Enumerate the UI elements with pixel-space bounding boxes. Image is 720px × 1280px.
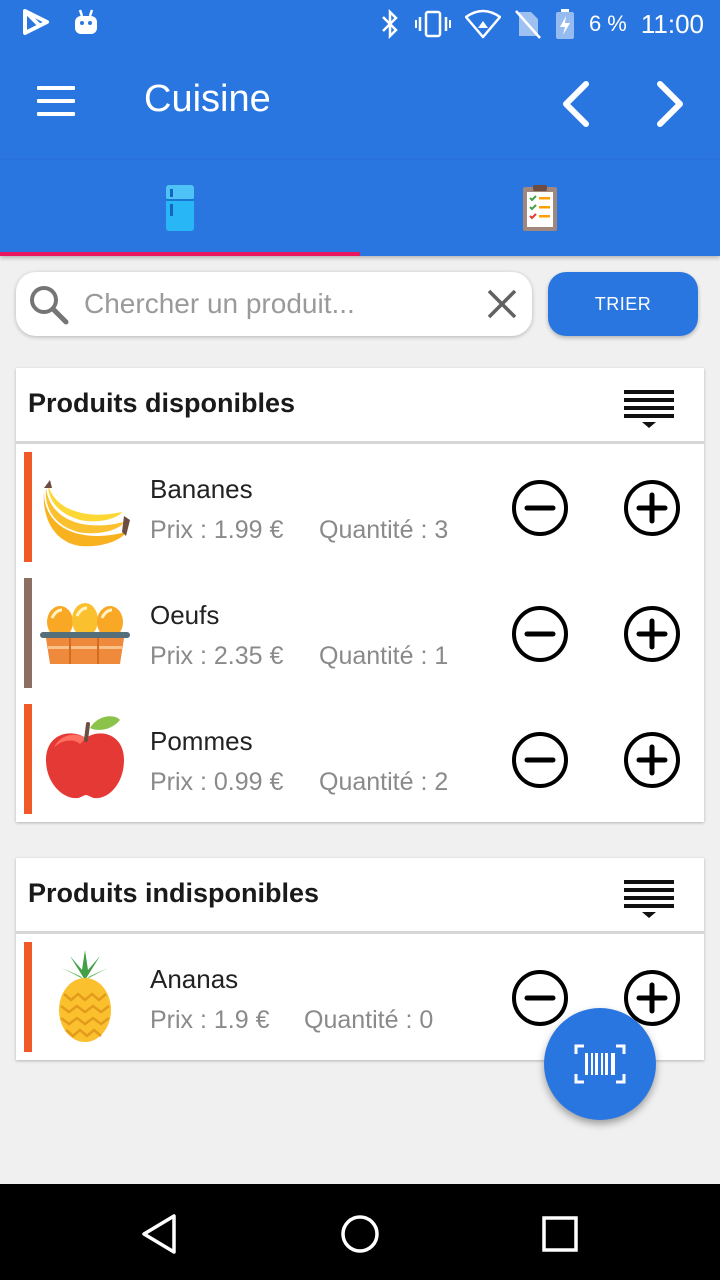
sort-filter-icon[interactable]: [624, 388, 674, 432]
close-icon[interactable]: [484, 286, 520, 322]
product-quantity: Quantité : 0: [304, 1006, 434, 1034]
bluetooth-icon: [382, 9, 398, 39]
recents-icon[interactable]: [538, 1212, 582, 1256]
product-quantity: Quantité : 1: [319, 642, 449, 670]
scan-barcode-button[interactable]: [544, 1008, 656, 1120]
checklist-icon: [523, 185, 557, 231]
plus-circle-icon[interactable]: [622, 604, 682, 664]
search-box: [16, 272, 532, 336]
minus-circle-icon[interactable]: [510, 968, 570, 1028]
product-quantity: Quantité : 3: [319, 516, 449, 544]
eggs-icon: [40, 603, 130, 664]
product-price: Prix : 2.35 €: [150, 642, 284, 670]
app-bar: Cuisine: [0, 48, 720, 160]
plus-circle-icon[interactable]: [622, 730, 682, 790]
minus-circle-icon[interactable]: [510, 604, 570, 664]
product-name: Oeufs: [150, 600, 220, 630]
system-nav-bar: [0, 1184, 720, 1280]
page-title: Cuisine: [144, 78, 271, 120]
play-store-icon: [23, 9, 49, 35]
pineapple-icon: [59, 950, 111, 1042]
no-sim-icon: [515, 10, 541, 39]
list-item[interactable]: Bananes Prix : 1.99 € Quantité : 3: [16, 444, 704, 570]
list-item[interactable]: Pommes Prix : 0.99 € Quantité : 2: [16, 696, 704, 822]
wifi-icon: [464, 9, 501, 39]
apple-icon: [46, 716, 124, 799]
available-products-card: Produits disponibles Bananes Prix : 1.99…: [16, 368, 704, 822]
vibrate-icon: [414, 10, 451, 38]
sort-button[interactable]: TRIER: [548, 272, 698, 336]
tab-indicator: [0, 252, 360, 256]
product-price: Prix : 1.9 €: [150, 1006, 270, 1034]
category-color-bar: [24, 578, 32, 688]
available-products-header: Produits disponibles: [16, 368, 704, 444]
category-color-bar: [24, 942, 32, 1052]
search-input[interactable]: [84, 280, 474, 328]
minus-circle-icon[interactable]: [510, 478, 570, 538]
product-name: Bananes: [150, 474, 253, 504]
product-name: Ananas: [150, 964, 239, 994]
available-products-title: Produits disponibles: [28, 388, 296, 418]
category-color-bar: [24, 452, 32, 562]
minus-circle-icon[interactable]: [510, 730, 570, 790]
unavailable-products-title: Produits indisponibles: [28, 878, 320, 908]
hamburger-menu-icon[interactable]: [30, 86, 82, 122]
status-bar: 6 % 11:00: [0, 0, 720, 48]
tab-fridge[interactable]: [0, 160, 360, 256]
plus-circle-icon[interactable]: [622, 478, 682, 538]
home-icon[interactable]: [338, 1212, 382, 1256]
tab-checklist[interactable]: [360, 160, 720, 256]
product-quantity: Quantité : 2: [319, 768, 449, 796]
product-name: Pommes: [150, 726, 253, 756]
sort-filter-icon[interactable]: [624, 878, 674, 922]
banana-icon: [43, 480, 130, 547]
tab-bar: [0, 160, 720, 256]
clock: 11:00: [640, 8, 704, 39]
product-price: Prix : 1.99 €: [150, 516, 284, 544]
fridge-icon: [166, 185, 194, 231]
barcode-scan-icon: [574, 1044, 626, 1084]
battery-percent: 6 %: [588, 11, 627, 36]
search-icon: [30, 286, 69, 325]
back-icon[interactable]: [138, 1212, 182, 1256]
product-price: Prix : 0.99 €: [150, 768, 284, 796]
unavailable-products-header: Produits indisponibles: [16, 858, 704, 934]
category-color-bar: [24, 704, 32, 814]
chevron-right-icon[interactable]: [644, 76, 696, 132]
android-icon: [75, 9, 97, 34]
chevron-left-icon[interactable]: [552, 76, 604, 132]
battery-charging-icon: [555, 9, 574, 39]
list-item[interactable]: Oeufs Prix : 2.35 € Quantité : 1: [16, 570, 704, 696]
